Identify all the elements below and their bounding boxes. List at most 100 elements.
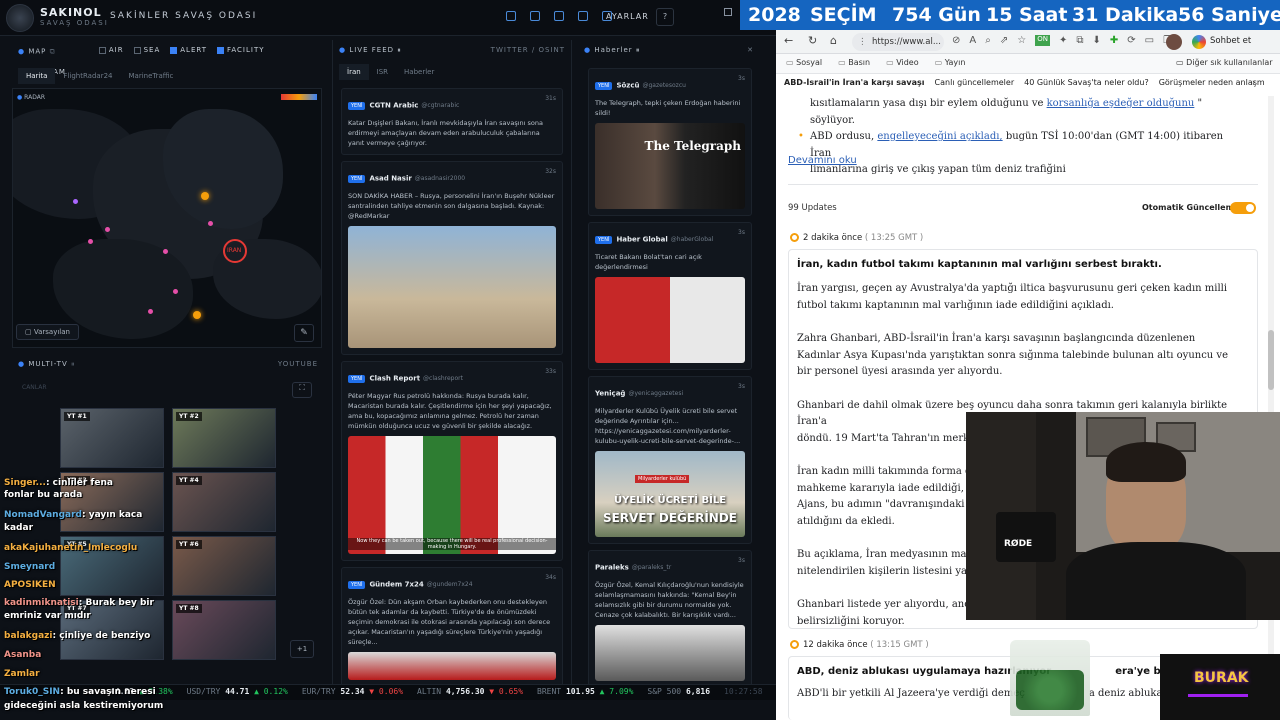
post-image[interactable] [595, 277, 745, 363]
tv-icon[interactable] [578, 11, 588, 21]
avatar[interactable] [1166, 34, 1182, 50]
filter-facility[interactable]: FACILITY [217, 40, 265, 60]
fullscreen-icon[interactable]: ⛶ [292, 382, 312, 398]
feed-post[interactable]: YENİ Haber Global @haberGlobal 3s Ticaret Ba… [588, 222, 752, 370]
feed-tab-1[interactable]: ISR [369, 64, 396, 80]
stream-cell[interactable]: YT #2 [172, 408, 276, 468]
alert-marker[interactable] [148, 309, 153, 314]
browser-toolbar: ← ↻ ⌂ ⋮https://www.al... ⊘A⌕⇗☆ON✦⧉⬇✚⟳▭❐ … [776, 30, 1280, 54]
bookmark-folder[interactable]: ▭ Sosyal [786, 58, 822, 67]
update-body: ABD'li bir yetkili Al Jazeera'ye verdiği… [797, 688, 1163, 699]
stream-cell[interactable]: YT #4 [172, 472, 276, 532]
feed-post[interactable]: YENİ Asad Nasir @asadnasir2000 32s SON DAKİK… [341, 161, 563, 355]
stream-label: YT #1 [64, 412, 90, 421]
post-image[interactable] [348, 652, 556, 680]
new-badge: YENİ [595, 235, 613, 244]
post-handle: @paraleks_tr [631, 564, 672, 571]
post-source[interactable]: Yeniçağ [595, 390, 625, 398]
map-tab-0[interactable]: Harita [18, 68, 56, 84]
live-feed-panel: ● LIVE FEED ⏸ TWITTER / OSINT İran ISR Hab… [332, 40, 572, 687]
close-icon[interactable]: ✕ [747, 40, 754, 60]
more-streams-button[interactable]: +1 [290, 640, 314, 658]
bookmark-folder[interactable]: ▭ Yayın [935, 58, 966, 67]
post-image[interactable]: Now they can be taken out, because there… [348, 436, 556, 554]
post-image[interactable]: The Telegraph [595, 123, 745, 209]
alert-marker[interactable] [173, 289, 178, 294]
stream-cell[interactable]: YT #6 [172, 536, 276, 596]
read-more-link[interactable]: Devamını oku [788, 155, 857, 166]
post-source[interactable]: CGTN Arabic [369, 102, 418, 110]
inline-link[interactable]: korsanlığa eşdeğer olduğunu [1047, 98, 1195, 109]
folder-icon: ▭ [786, 58, 794, 67]
edit-icon[interactable]: ✎ [294, 324, 314, 342]
alert-marker[interactable] [88, 239, 93, 244]
extension-icons[interactable]: ⊘A⌕⇗☆ON✦⧉⬇✚⟳▭❐ [952, 35, 1172, 46]
map-icon[interactable] [506, 11, 516, 21]
alert-marker[interactable] [208, 221, 213, 226]
post-image[interactable] [595, 625, 745, 681]
article-tab-0[interactable]: ABD-İsrail'in İran'a karşı savaşı [784, 78, 925, 87]
map-legend [281, 94, 317, 100]
feed-post[interactable]: YENİ Sözcü @gazetesozcu 3s The Telegraph, te… [588, 68, 752, 216]
filter-sea[interactable]: SEA [133, 40, 161, 60]
feed-post[interactable]: YENİ Clash Report @clashreport 33s Péter Mag… [341, 361, 563, 561]
alert-marker[interactable] [105, 227, 110, 232]
map-tab-1[interactable]: FlightRadar24 [55, 68, 120, 84]
article-tab-2[interactable]: 40 Günlük Savaş'ta neler oldu? [1024, 78, 1149, 87]
back-icon[interactable]: ← [784, 34, 793, 47]
tabs-scroll-icon[interactable]: › [1252, 78, 1256, 88]
wifi-icon[interactable] [554, 11, 564, 21]
maximize-icon[interactable] [724, 8, 732, 16]
multitv-grid: YT #1 YT #2 YT #3 YT #4 YT #5 YT #6 YT #7 YT #8 [60, 408, 280, 664]
stream-cell[interactable]: YT #7 [60, 600, 164, 660]
bookmark-folder[interactable]: ▭ Basın [838, 58, 870, 67]
post-source[interactable]: Clash Report [369, 375, 420, 383]
post-source[interactable]: Haber Global [616, 236, 667, 244]
alert-marker[interactable] [73, 199, 78, 204]
stream-cell[interactable]: YT #8 [172, 600, 276, 660]
alert-marker[interactable] [163, 249, 168, 254]
copilot-icon[interactable] [1192, 35, 1206, 49]
article-tab-1[interactable]: Canlı güncellemeler [935, 78, 1015, 87]
address-bar[interactable]: ⋮ https://www.al... [852, 33, 944, 51]
feed-tab-2[interactable]: Haberler [396, 64, 442, 80]
feed-post[interactable]: YENİ CGTN Arabic @cgtnarabic 31s Katar Dışiş… [341, 88, 563, 155]
chat-button[interactable]: Sohbet et [1210, 36, 1251, 46]
preset-button[interactable]: ▢ Varsayılan [16, 324, 79, 340]
feed-post[interactable]: Yeniçağ @yenicaggazetesi 3s Milyarderler Ku… [588, 376, 752, 544]
post-source[interactable]: Asad Nasir [369, 175, 411, 183]
facility-marker[interactable] [201, 192, 209, 200]
other-bookmarks[interactable]: ▭ Diğer sık kullanılanlar [1176, 58, 1273, 67]
inline-link[interactable]: engelleyeceğini açıkladı, [877, 131, 1002, 142]
feed-tab-0[interactable]: İran [339, 64, 369, 80]
post-image[interactable]: Milyarderler kulübü ÜYELİK ÜCRETİ BİLE SER… [595, 451, 745, 537]
chat-user: balakgazi [4, 631, 53, 641]
chat-message: Zamlar [4, 669, 40, 679]
scrollbar[interactable] [1268, 330, 1274, 390]
chat-message: Smeynard [4, 562, 55, 572]
filter-alert[interactable]: ALERT [170, 40, 207, 60]
settings-button[interactable]: AYARLAR [606, 12, 649, 21]
auto-update-toggle[interactable] [1230, 202, 1256, 214]
home-icon[interactable]: ⌂ [830, 34, 837, 47]
bookmark-folder[interactable]: ▭ Video [886, 58, 919, 67]
post-source[interactable]: Sözcü [616, 82, 639, 90]
video-caption: Now they can be taken out, because there… [348, 538, 556, 550]
post-source[interactable]: Paraleks [595, 564, 629, 572]
reload-icon[interactable]: ↻ [808, 34, 817, 47]
feed-icon[interactable] [530, 11, 540, 21]
filter-air[interactable]: AIR [98, 40, 124, 60]
radar-map[interactable]: IRAN ● RADAR [12, 88, 322, 348]
download-icon: ⬇ [1092, 35, 1101, 46]
feed-post[interactable]: Paraleks @paraleks_tr 3s Özgür Özel, Kemal … [588, 550, 752, 688]
post-source[interactable]: Gündem 7x24 [369, 581, 423, 589]
help-button[interactable]: ? [656, 8, 674, 26]
feed-post[interactable]: YENİ Gündem 7x24 @gundem7x24 34s Özgür Özel:… [341, 567, 563, 687]
stream-cell[interactable]: YT #1 [60, 408, 164, 468]
map-panel-header: ● MAP ⧉ AIRSEAALERTFACILITYLIVECAM [18, 40, 328, 76]
map-tab-2[interactable]: MarineTraffic [120, 68, 181, 84]
post-image[interactable] [348, 226, 556, 348]
facility-marker[interactable] [193, 311, 201, 319]
article-tab-3[interactable]: Görüşmeler neden anlaşma sağla... [1159, 78, 1264, 87]
app-headline: SAKİNLER SAVAŞ ODASI [110, 11, 258, 21]
